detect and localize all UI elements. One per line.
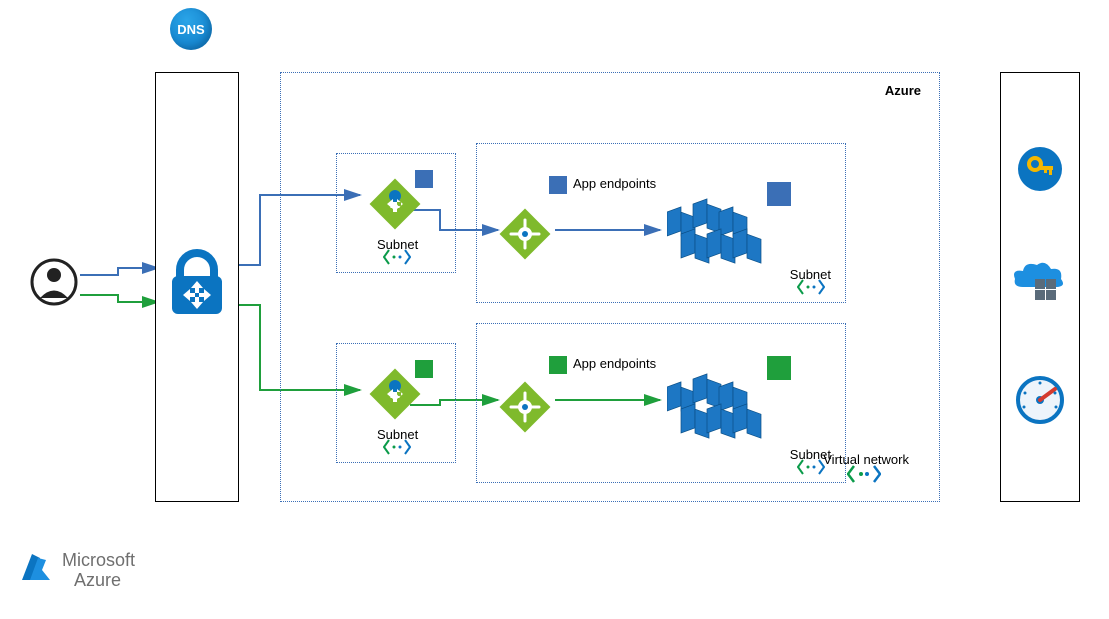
app-endpoints-label: App endpoints <box>573 356 656 371</box>
vnet-icon <box>847 464 881 489</box>
app-endpoints-label: App endpoints <box>573 176 656 191</box>
subnet-app-green: App endpoints <box>476 323 846 483</box>
blue-marker <box>767 182 791 206</box>
green-marker <box>549 356 567 374</box>
blue-marker <box>549 176 567 194</box>
dns-label: DNS <box>177 22 204 37</box>
subnet-appgw-green: Subnet <box>336 343 456 463</box>
app-gateway-icon <box>367 176 413 222</box>
vnet-icon <box>383 249 411 270</box>
vnet-icon <box>383 439 411 460</box>
app-gateway-icon <box>367 366 413 412</box>
blue-marker <box>415 170 433 188</box>
green-marker <box>767 356 791 380</box>
load-balancer-icon <box>497 206 553 267</box>
vm-cluster-icon <box>667 369 767 439</box>
services-panel <box>1000 72 1080 502</box>
subnet-appgw-blue: Subnet <box>336 153 456 273</box>
vnet-icon <box>797 279 825 300</box>
azure-logo-icon <box>18 550 54 591</box>
dns-icon: DNS <box>170 8 212 50</box>
azure-brand: Microsoft Azure <box>18 550 135 591</box>
azure-region: Azure Subnet <box>280 72 940 502</box>
green-marker <box>415 360 433 378</box>
subnet-app-blue: App endpoints <box>476 143 846 303</box>
brand-line2: Azure <box>74 571 135 591</box>
vnet-icon <box>797 459 825 480</box>
user-icon <box>30 258 78 306</box>
firewall-lock-icon <box>166 248 228 323</box>
azure-title: Azure <box>885 83 921 98</box>
load-balancer-icon <box>497 379 553 440</box>
firewall-container <box>155 72 239 502</box>
monitor-gauge-icon <box>1015 375 1065 430</box>
container-registry-icon <box>1013 261 1067 312</box>
brand-line1: Microsoft <box>62 551 135 571</box>
key-vault-icon <box>1015 144 1065 199</box>
vm-cluster-icon <box>667 194 767 264</box>
